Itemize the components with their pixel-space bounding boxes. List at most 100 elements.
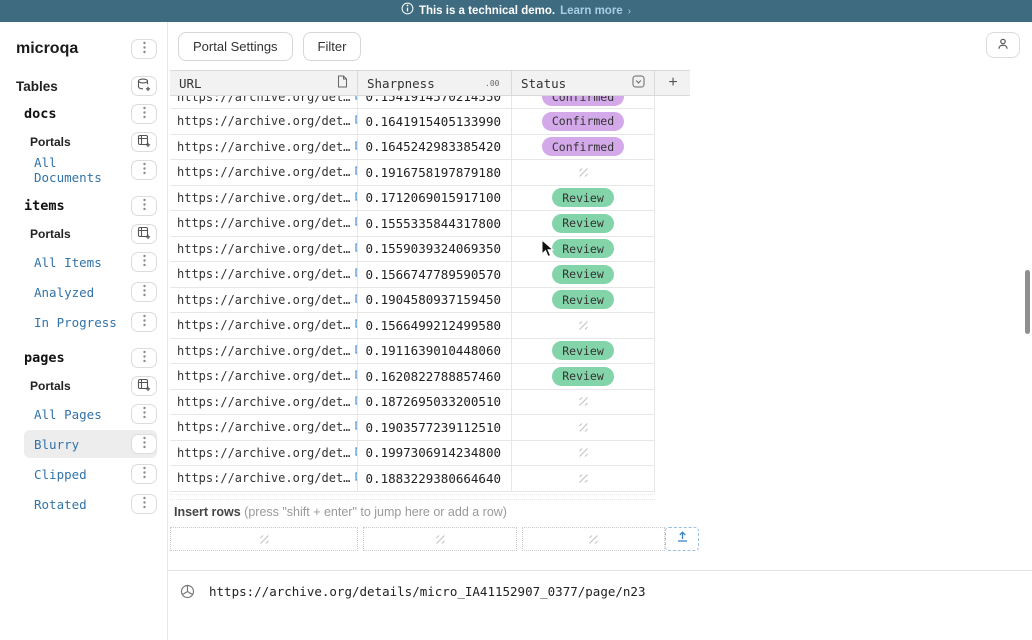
url-cell[interactable]: https://archive.org/det… [170, 186, 358, 211]
sharpness-cell[interactable]: 0.1541914570214550 [358, 96, 512, 109]
column-header-status[interactable]: Status [512, 71, 655, 95]
account-button[interactable] [986, 32, 1020, 58]
sharpness-cell[interactable]: 0.1883229380664640 [358, 466, 512, 491]
status-cell[interactable]: Review [512, 262, 655, 287]
sharpness-cell[interactable]: 0.1916758197879180 [358, 160, 512, 185]
filter-button[interactable]: Filter [303, 32, 362, 61]
status-cell[interactable] [512, 441, 655, 466]
sharpness-cell[interactable]: 0.1555335844317800 [358, 211, 512, 236]
sidebar-section-tables[interactable]: Tables [0, 72, 157, 100]
upload-row-button[interactable] [665, 527, 699, 551]
item-menu-button[interactable] [131, 196, 157, 216]
add-portal-button[interactable] [131, 132, 157, 152]
url-cell[interactable]: https://archive.org/det… [170, 160, 358, 185]
sharpness-cell[interactable]: 0.1566499212499580 [358, 313, 512, 338]
table-row: https://archive.org/det…0.15419145702145… [170, 96, 655, 109]
item-menu-button[interactable] [131, 282, 157, 302]
item-menu-button[interactable] [131, 312, 157, 332]
insert-cell-status[interactable] [522, 527, 665, 551]
sidebar-table-docs[interactable]: docs [0, 100, 157, 128]
item-menu-button[interactable] [131, 160, 157, 180]
status-cell[interactable]: Review [512, 364, 655, 389]
url-cell[interactable]: https://archive.org/det… [170, 96, 358, 109]
sidebar-item-label: In Progress [34, 315, 117, 330]
sharpness-cell[interactable]: 0.1712069015917100 [358, 186, 512, 211]
item-menu-button[interactable] [131, 404, 157, 424]
status-cell[interactable]: Review [512, 288, 655, 313]
status-cell[interactable]: Review [512, 237, 655, 262]
status-cell[interactable] [512, 415, 655, 440]
sidebar-portals-label[interactable]: Portals [0, 128, 157, 156]
expand-record-icon[interactable] [180, 584, 195, 604]
workspace-title-row[interactable]: microqa [0, 34, 157, 64]
status-cell[interactable]: Review [512, 186, 655, 211]
sidebar-view-all-documents[interactable]: All Documents [24, 156, 157, 184]
status-cell[interactable]: Review [512, 339, 655, 364]
url-cell[interactable]: https://archive.org/det… [170, 288, 358, 313]
status-cell[interactable]: Confirmed [512, 96, 655, 109]
status-cell[interactable]: Review [512, 211, 655, 236]
status-badge: Review [552, 290, 614, 309]
sharpness-cell[interactable]: 0.1620822788857460 [358, 364, 512, 389]
learn-more-link[interactable]: Learn more [560, 5, 623, 17]
url-cell[interactable]: https://archive.org/det… [170, 313, 358, 338]
status-cell[interactable] [512, 160, 655, 185]
item-menu-button[interactable] [131, 464, 157, 484]
sharpness-cell[interactable]: 0.1911639010448060 [358, 339, 512, 364]
url-cell[interactable]: https://archive.org/det… [170, 466, 358, 491]
sidebar-view-in-progress[interactable]: In Progress [24, 308, 157, 336]
add-table-button[interactable] [131, 76, 157, 96]
item-menu-button[interactable] [131, 348, 157, 368]
sharpness-cell[interactable]: 0.1997306914234800 [358, 441, 512, 466]
sharpness-cell[interactable]: 0.1645242983385420 [358, 135, 512, 160]
sidebar-view-all-items[interactable]: All Items [24, 248, 157, 276]
column-header-url[interactable]: URL [170, 71, 358, 95]
url-cell[interactable]: https://archive.org/det… [170, 237, 358, 262]
sidebar-portals-label[interactable]: Portals [0, 220, 157, 248]
add-portal-button[interactable] [131, 376, 157, 396]
url-cell[interactable]: https://archive.org/det… [170, 211, 358, 236]
vertical-scrollbar-thumb[interactable] [1025, 270, 1030, 334]
url-cell[interactable]: https://archive.org/det… [170, 262, 358, 287]
sharpness-cell[interactable]: 0.1641915405133990 [358, 109, 512, 134]
sidebar-view-all-pages[interactable]: All Pages [24, 400, 157, 428]
item-menu-button[interactable] [131, 494, 157, 514]
sharpness-cell[interactable]: 0.1903577239112510 [358, 415, 512, 440]
status-cell[interactable] [512, 313, 655, 338]
item-menu-button[interactable] [131, 39, 157, 59]
insert-cell-sharpness[interactable] [363, 527, 517, 551]
item-menu-button[interactable] [131, 252, 157, 272]
sidebar-view-blurry[interactable]: Blurry [24, 430, 157, 458]
sharpness-cell[interactable]: 0.1566747789590570 [358, 262, 512, 287]
status-cell[interactable]: Confirmed [512, 135, 655, 160]
status-cell[interactable]: Confirmed [512, 109, 655, 134]
status-cell[interactable] [512, 466, 655, 491]
sharpness-cell[interactable]: 0.1559039324069350 [358, 237, 512, 262]
data-table: URL Sharpness .00 Status [170, 70, 690, 492]
url-cell[interactable]: https://archive.org/det… [170, 135, 358, 160]
item-menu-button[interactable] [131, 434, 157, 454]
url-cell[interactable]: https://archive.org/det… [170, 390, 358, 415]
sidebar-view-rotated[interactable]: Rotated [24, 490, 157, 518]
add-column-button[interactable]: + [660, 70, 686, 96]
insert-cell-url[interactable] [170, 527, 358, 551]
url-cell[interactable]: https://archive.org/det… [170, 415, 358, 440]
sidebar-view-analyzed[interactable]: Analyzed [24, 278, 157, 306]
url-cell[interactable]: https://archive.org/det… [170, 339, 358, 364]
item-menu-button[interactable] [131, 104, 157, 124]
sharpness-cell[interactable]: 0.1872695033200510 [358, 390, 512, 415]
portal-settings-button[interactable]: Portal Settings [178, 32, 293, 61]
status-cell[interactable] [512, 390, 655, 415]
add-portal-button[interactable] [131, 224, 157, 244]
sharpness-cell[interactable]: 0.1904580937159450 [358, 288, 512, 313]
column-header-sharpness[interactable]: Sharpness .00 [358, 71, 512, 95]
url-cell[interactable]: https://archive.org/det… [170, 364, 358, 389]
sidebar-view-clipped[interactable]: Clipped [24, 460, 157, 488]
sidebar-table-items[interactable]: items [0, 192, 157, 220]
sidebar-portals-label[interactable]: Portals [0, 372, 157, 400]
banner-text: This is a technical demo. [419, 5, 555, 17]
url-text: https://archive.org/det… [177, 140, 350, 154]
sidebar-table-pages[interactable]: pages [0, 344, 157, 372]
url-cell[interactable]: https://archive.org/det… [170, 441, 358, 466]
url-cell[interactable]: https://archive.org/det… [170, 109, 358, 134]
